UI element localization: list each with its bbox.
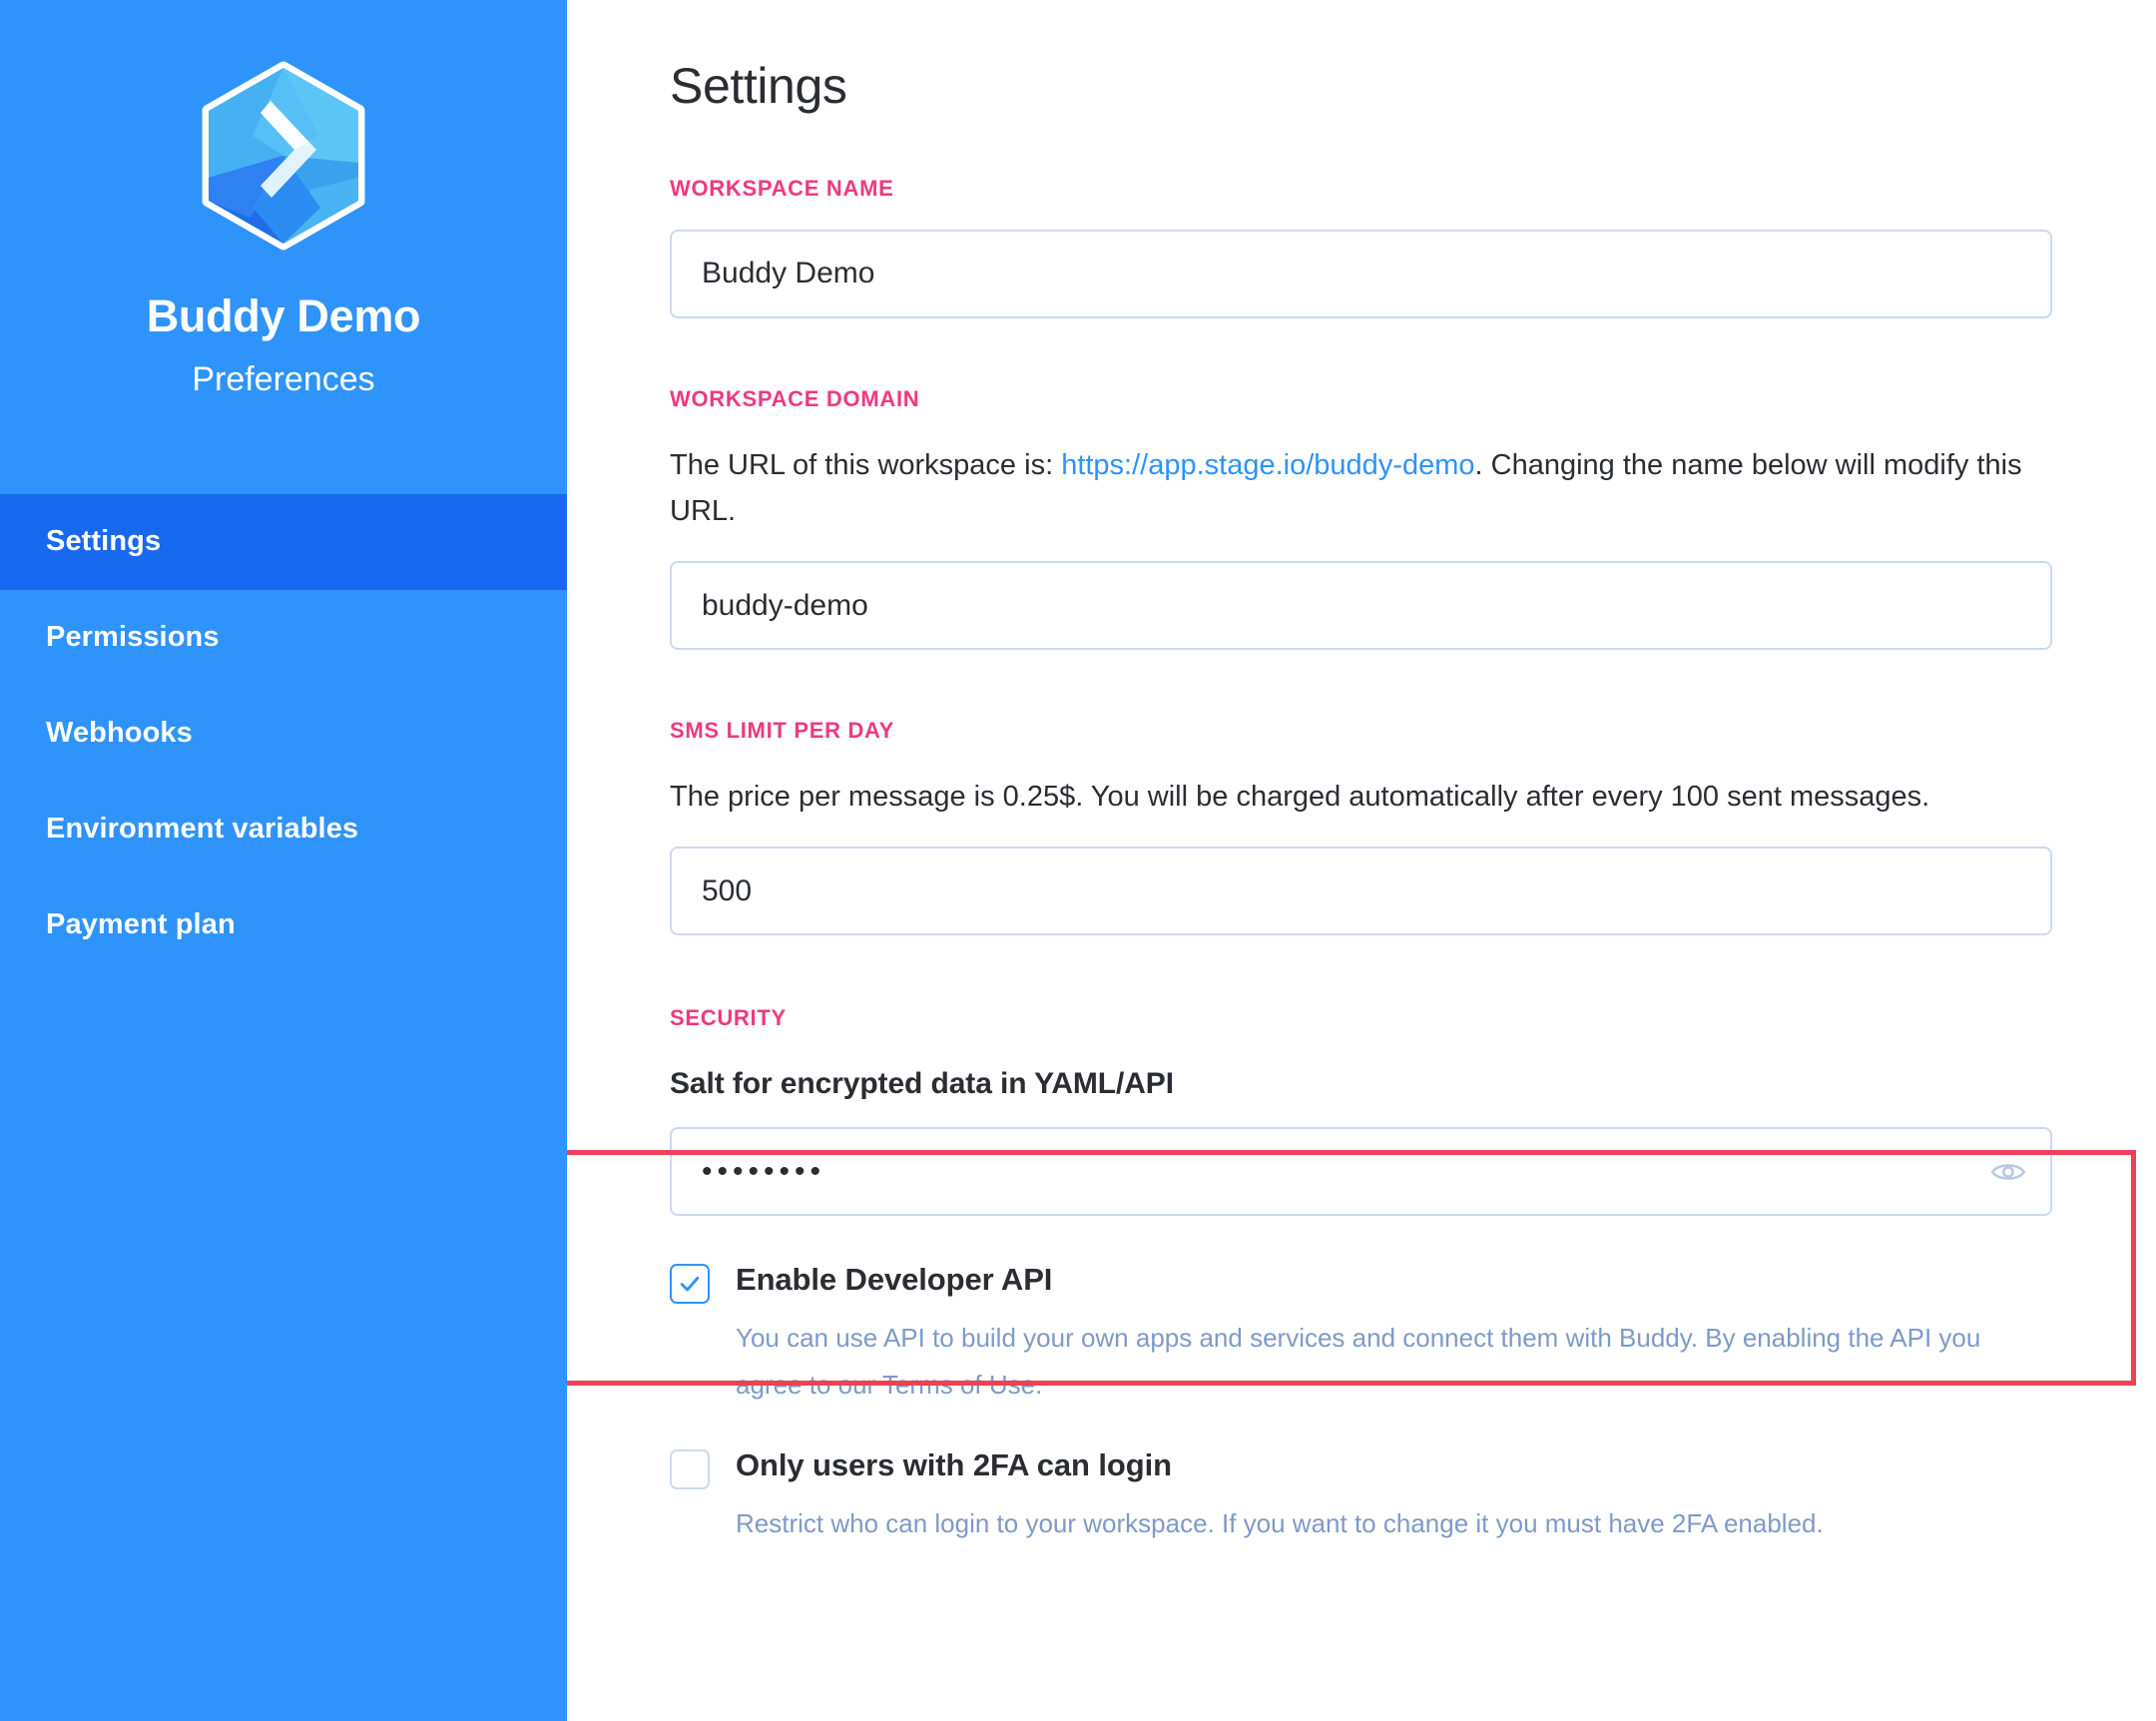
sidebar: Buddy Demo Preferences Settings Permissi… [0, 0, 567, 1721]
sidebar-item-settings[interactable]: Settings [0, 493, 567, 590]
salt-title: Salt for encrypted data in YAML/API [670, 1067, 1174, 1101]
workspace-domain-note-prefix: The URL of this workspace is: [670, 448, 1062, 481]
enable-developer-api-checkbox[interactable] [670, 1264, 710, 1305]
checkbox-description: You can use API to build your own apps a… [736, 1323, 1981, 1400]
workspace-name-label: WORKSPACE NAME [670, 175, 894, 201]
checkbox-title: Only users with 2FA can login [736, 1446, 1172, 1482]
salt-field-wrap [670, 1127, 2052, 1217]
page-title: Settings [670, 58, 847, 114]
workspace-domain-note: The URL of this workspace is: https://ap… [670, 442, 2052, 536]
workspace-url-link[interactable]: https://app.stage.io/buddy-demo [1061, 449, 1474, 481]
sidebar-item-permissions[interactable]: Permissions [0, 590, 567, 686]
security-checkbox-list: Enable Developer API You can use API to … [670, 1260, 2156, 1546]
checkbox-row-2fa-only: Only users with 2FA can login Restrict w… [670, 1445, 2156, 1546]
workspace-domain-label: WORKSPACE DOMAIN [670, 385, 920, 411]
checkbox-title: Enable Developer API [736, 1262, 1053, 1298]
sidebar-item-label: Permissions [46, 621, 220, 654]
sidebar-item-label: Payment plan [46, 908, 236, 941]
sidebar-item-payment-plan[interactable]: Payment plan [0, 877, 567, 973]
checkbox-body: Only users with 2FA can login Restrict w… [736, 1445, 1824, 1546]
buddy-hexagon-logo-icon [191, 58, 376, 254]
only-2fa-login-checkbox[interactable] [670, 1448, 710, 1489]
brand-name: Buddy Demo [146, 290, 421, 341]
main-content: Settings WORKSPACE NAME WORKSPACE DOMAIN… [422, 0, 2156, 1721]
checkbox-body: Enable Developer API You can use API to … [736, 1260, 2048, 1407]
brand-subtitle: Preferences [192, 359, 375, 398]
sidebar-item-label: Webhooks [46, 717, 193, 750]
salt-block: Salt for encrypted data in YAML/API [670, 1067, 2156, 1217]
workspace-name-input[interactable] [670, 229, 2052, 318]
sidebar-nav: Settings Permissions Webhooks Environmen… [0, 493, 567, 973]
sms-limit-label: SMS LIMIT PER DAY [670, 718, 895, 744]
settings-page: Buddy Demo Preferences Settings Permissi… [0, 0, 2156, 1721]
sidebar-item-label: Environment variables [46, 813, 359, 846]
workspace-domain-input[interactable] [670, 561, 2052, 651]
eye-icon[interactable] [1986, 1150, 2030, 1194]
security-label: SECURITY [670, 1005, 787, 1031]
brand-block: Buddy Demo Preferences [0, 0, 567, 398]
sidebar-item-environment-variables[interactable]: Environment variables [0, 782, 567, 877]
sms-limit-note: The price per message is 0.25$. You will… [670, 781, 1930, 814]
checkbox-row-developer-api: Enable Developer API You can use API to … [670, 1260, 2156, 1407]
sms-limit-input[interactable] [670, 847, 2052, 936]
checkbox-description: Restrict who can login to your workspace… [736, 1507, 1824, 1538]
salt-input[interactable] [670, 1127, 2052, 1217]
checkmark-icon [680, 1277, 700, 1292]
sidebar-item-webhooks[interactable]: Webhooks [0, 686, 567, 782]
sidebar-item-label: Settings [46, 525, 162, 558]
